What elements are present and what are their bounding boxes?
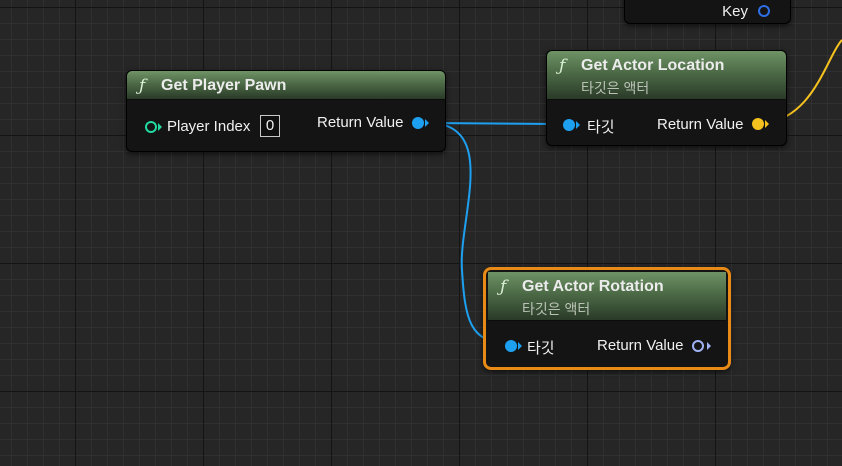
player-index-input[interactable]: 0	[260, 115, 280, 137]
node-get-actor-location[interactable]: ƒ Get Actor Location 타깃은 액터 타깃 Return Va…	[546, 50, 787, 146]
pin-label-target: 타깃	[527, 340, 555, 357]
node-partial[interactable]: Key	[624, 0, 791, 24]
pin-arrow-icon	[765, 120, 769, 128]
pin-arrow-icon	[576, 121, 580, 129]
pin-player-index-in[interactable]	[145, 121, 157, 133]
pin-label-player-index: Player Index	[167, 118, 251, 135]
pin-label-key: Key	[722, 3, 748, 20]
node-get-actor-rotation[interactable]: ƒ Get Actor Rotation 타깃은 액터 타깃 Return Va…	[483, 267, 731, 370]
node-get-player-pawn[interactable]: ƒ Get Player Pawn Player Index 0 Return …	[126, 70, 446, 152]
function-icon: ƒ	[559, 56, 566, 76]
node-subtitle: 타깃은 액터	[581, 80, 650, 96]
node-title: Get Player Pawn	[161, 77, 287, 94]
pin-label-target: 타깃	[587, 119, 615, 136]
pin-arrow-icon	[158, 123, 162, 131]
pin-key-out[interactable]	[758, 5, 770, 17]
node-title: Get Actor Location	[581, 57, 725, 74]
pin-return-value-out[interactable]	[412, 117, 424, 129]
pin-arrow-icon	[518, 342, 522, 350]
pin-return-value-out[interactable]	[692, 340, 704, 352]
function-icon: ƒ	[139, 76, 146, 96]
node-subtitle: 타깃은 액터	[522, 301, 591, 317]
function-icon: ƒ	[500, 277, 507, 297]
node-header: ƒ Get Actor Rotation 타깃은 액터	[488, 272, 726, 321]
pin-arrow-icon	[425, 119, 429, 127]
node-title: Get Actor Rotation	[522, 278, 664, 295]
pin-label-return-value: Return Value	[657, 116, 744, 133]
pin-label-return-value: Return Value	[317, 114, 404, 131]
pin-label-return-value: Return Value	[597, 337, 684, 354]
pin-arrow-icon	[707, 342, 711, 350]
pin-target-in[interactable]	[563, 119, 575, 131]
node-header: ƒ Get Player Pawn	[127, 71, 445, 100]
pin-target-in[interactable]	[505, 340, 517, 352]
node-header: ƒ Get Actor Location 타깃은 액터	[547, 51, 786, 100]
pin-return-value-out[interactable]	[752, 118, 764, 130]
